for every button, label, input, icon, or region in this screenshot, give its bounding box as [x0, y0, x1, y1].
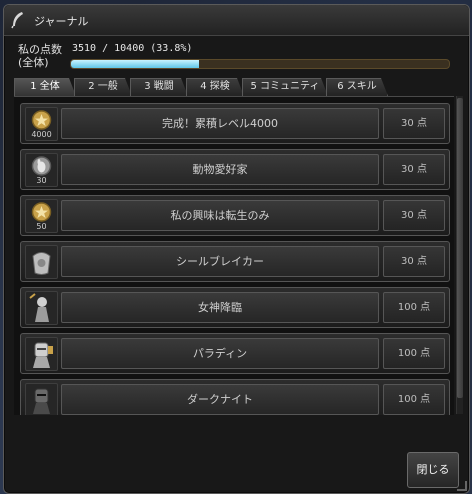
tab-general[interactable]: 2 一般 [74, 78, 132, 96]
resize-grip[interactable] [457, 481, 467, 491]
achievement-name: 私の興味は転生のみ [61, 200, 379, 231]
achievement-name: 完成！累積レベル4000 [61, 108, 379, 139]
paladin-icon [25, 337, 58, 371]
close-button[interactable]: 閉じる [407, 452, 459, 488]
score-value: 3510 / 10400 (33.8%) [72, 43, 193, 54]
achievement-name: シールブレイカー [61, 246, 379, 277]
star-medal-icon: 50 [25, 199, 58, 233]
tab-all[interactable]: 1 全体 [14, 78, 76, 96]
tab-combat[interactable]: 3 戦闘 [130, 78, 188, 96]
score-progress-fill [71, 60, 199, 68]
icon-number: 30 [36, 176, 47, 185]
achievement-row[interactable]: 30 動物愛好家 30 点 [20, 149, 450, 190]
dark-knight-icon [25, 383, 58, 415]
achievement-points: 30 点 [383, 246, 445, 277]
achievement-list: 4000 完成！累積レベル4000 30 点 30 動物愛好家 30 点 50 … [14, 96, 454, 415]
achievement-row[interactable]: 50 私の興味は転生のみ 30 点 [20, 195, 450, 236]
category-tabs: 1 全体 2 一般 3 戦闘 4 探検 5 コミュニティ 6 スキル [14, 78, 454, 96]
icon-number: 50 [36, 222, 47, 231]
scrollbar-thumb[interactable] [457, 98, 463, 398]
achievement-points: 30 点 [383, 154, 445, 185]
achievement-points: 30 点 [383, 200, 445, 231]
icon-number: 4000 [31, 130, 52, 139]
achievement-points: 100 点 [383, 384, 445, 415]
achievement-row[interactable]: パラディン 100 点 [20, 333, 450, 374]
score-label: 私の点数 (全体) [18, 43, 62, 69]
goddess-icon [25, 291, 58, 325]
achievement-name: パラディン [61, 338, 379, 369]
achievement-row[interactable]: 4000 完成！累積レベル4000 30 点 [20, 103, 450, 144]
achievement-row[interactable]: 女神降臨 100 点 [20, 287, 450, 328]
achievement-row[interactable]: シールブレイカー 30 点 [20, 241, 450, 282]
achievement-name: ダークナイト [61, 384, 379, 415]
quill-icon [11, 12, 23, 29]
seal-breaker-icon [25, 245, 58, 279]
achievement-row[interactable]: ダークナイト 100 点 [20, 379, 450, 415]
tab-skill[interactable]: 6 スキル [326, 78, 388, 96]
achievement-points: 100 点 [383, 292, 445, 323]
score-label-line1: 私の点数 [18, 43, 62, 56]
title-bar[interactable]: ジャーナル [4, 5, 469, 36]
window-title: ジャーナル [34, 15, 89, 28]
tab-exploration[interactable]: 4 探検 [186, 78, 244, 96]
achievement-name: 動物愛好家 [61, 154, 379, 185]
achievement-points: 30 点 [383, 108, 445, 139]
animal-lover-icon: 30 [25, 153, 58, 187]
achievement-points: 100 点 [383, 338, 445, 369]
list-scrollbar[interactable] [456, 96, 463, 414]
tab-community[interactable]: 5 コミュニティ [242, 78, 328, 96]
achievement-name: 女神降臨 [61, 292, 379, 323]
journal-window: ジャーナル 私の点数 (全体) 3510 / 10400 (33.8%) 1 全… [3, 4, 470, 494]
score-label-line2: (全体) [18, 56, 49, 69]
score-progress-bar [70, 59, 450, 69]
star-medal-icon: 4000 [25, 107, 58, 141]
